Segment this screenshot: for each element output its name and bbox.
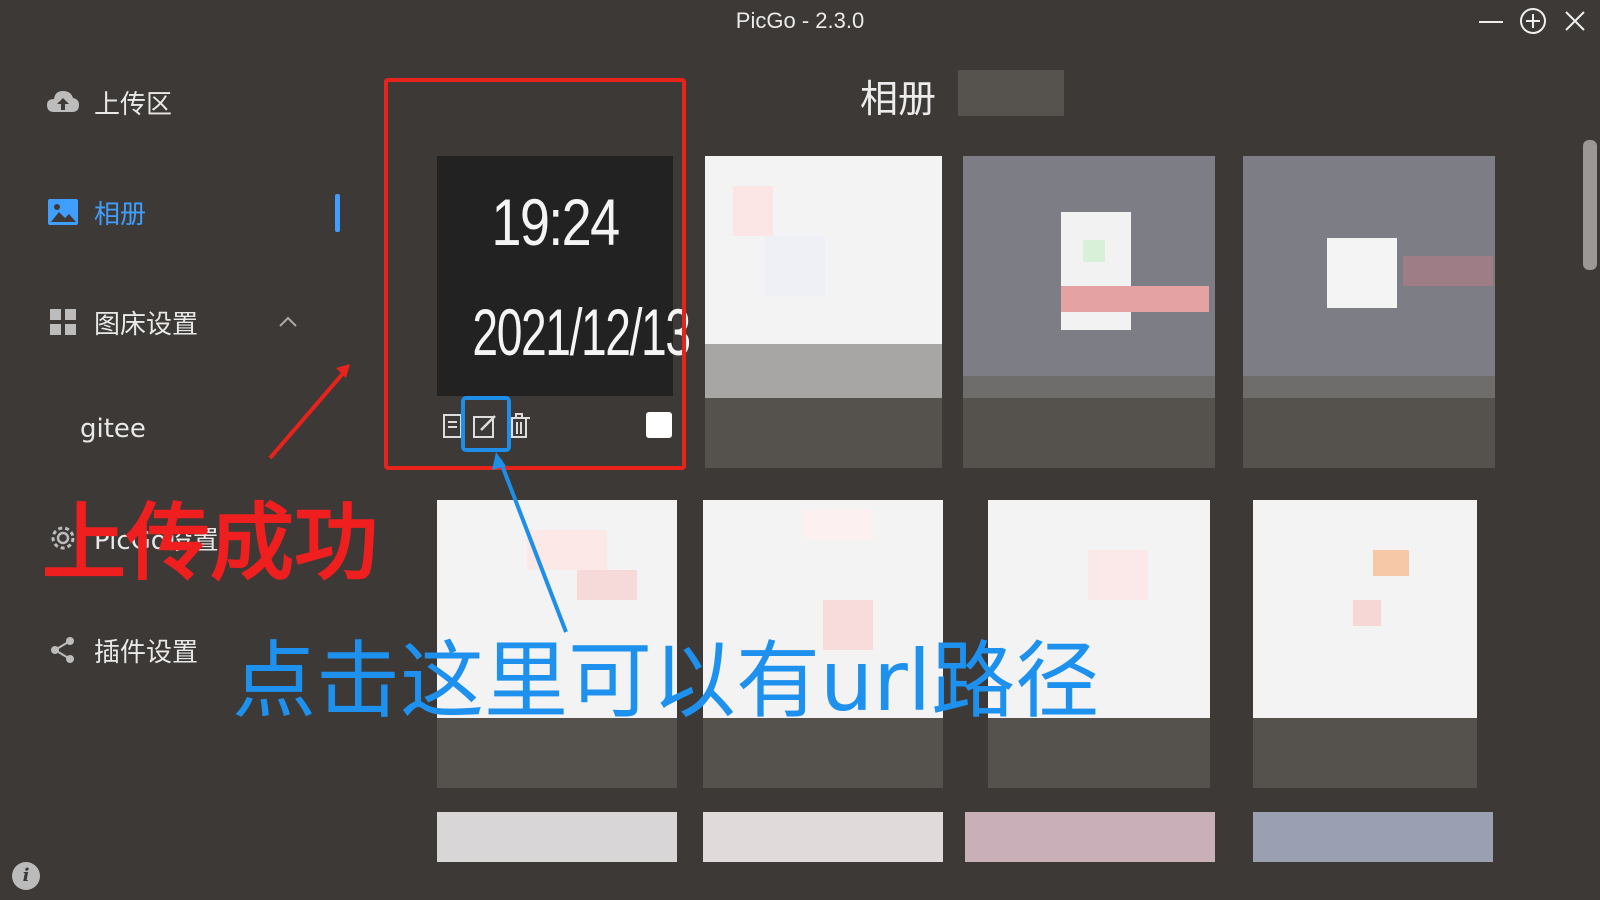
share-icon — [46, 633, 80, 667]
sidebar-item-gallery[interactable]: 相册 — [46, 192, 146, 232]
sidebar-item-plugin-settings[interactable]: 插件设置 — [46, 630, 198, 670]
image-toolbar — [963, 398, 1215, 468]
blurred-region — [958, 70, 1064, 116]
sidebar-item-label: 图床设置 — [94, 309, 199, 340]
scrollbar[interactable] — [1583, 140, 1597, 270]
annotation-url-hint: 点击这里可以有url路径 — [232, 632, 1100, 730]
sidebar-subitem-gitee[interactable]: gitee — [80, 414, 146, 444]
annotation-upload-success: 上传成功 — [42, 494, 379, 592]
chevron-up-icon[interactable] — [278, 309, 298, 334]
gallery-image[interactable] — [965, 812, 1215, 862]
image-toolbar — [705, 398, 942, 468]
gallery-image[interactable] — [963, 156, 1215, 404]
sidebar-item-label: 插件设置 — [94, 637, 199, 668]
minimize-icon[interactable] — [1476, 6, 1506, 36]
cloud-upload-icon — [46, 85, 80, 119]
sidebar-item-label: 相册 — [94, 199, 147, 230]
gallery-image[interactable] — [1253, 812, 1493, 862]
image-toolbar — [1243, 398, 1495, 468]
annotation-red-box — [384, 78, 686, 470]
info-icon[interactable]: i — [12, 862, 40, 890]
sidebar-item-image-host-settings[interactable]: 图床设置 — [46, 302, 198, 342]
annotation-blue-box — [461, 396, 511, 452]
gallery-image[interactable] — [703, 812, 943, 862]
sidebar-item-upload[interactable]: 上传区 — [46, 82, 172, 122]
gallery-image[interactable] — [1243, 156, 1495, 404]
gallery-image[interactable] — [437, 812, 677, 862]
close-icon[interactable] — [1560, 6, 1590, 36]
gallery-image[interactable] — [705, 156, 942, 404]
active-indicator — [335, 194, 340, 232]
image-icon — [46, 195, 80, 229]
plus-circle-icon[interactable] — [1518, 6, 1548, 36]
window-title: PicGo - 2.3.0 — [735, 8, 865, 33]
image-toolbar — [1253, 718, 1477, 788]
title-bar: PicGo - 2.3.0 — [0, 0, 1600, 44]
grid-icon — [46, 305, 80, 339]
sidebar-item-label: 上传区 — [94, 89, 173, 120]
gallery-image[interactable] — [1253, 500, 1477, 720]
page-title: 相册 — [860, 77, 937, 121]
